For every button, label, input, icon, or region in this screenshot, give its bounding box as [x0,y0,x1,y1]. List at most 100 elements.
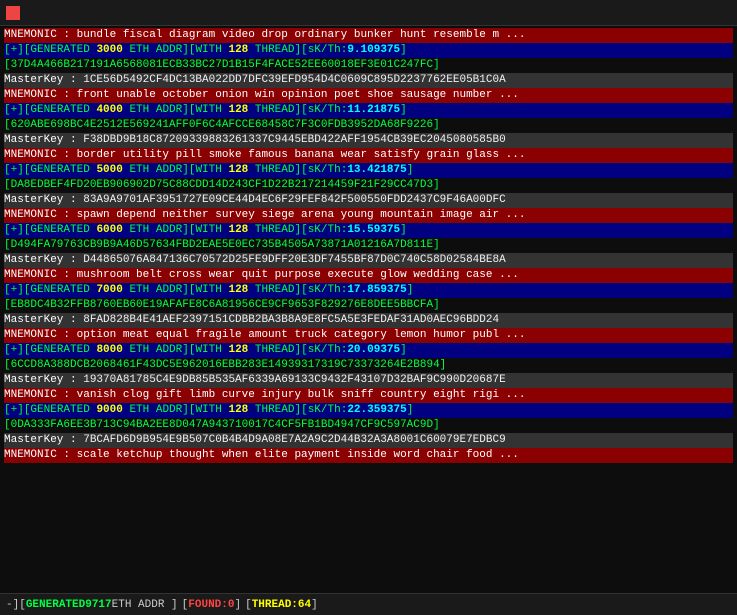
masterkey-value: 19370A81785C4E9DB85B535AF6339A69133C9432… [83,374,505,386]
masterkey-line: MasterKey : D44865076A847136C70572D25FE9… [4,253,733,268]
status-thread-label-bracket: [ [245,599,252,611]
addr-line: [EB8DC4B32FFB8760EB60E19AFAFE8C6A81956CE… [4,298,733,313]
thread-count: 128 [228,164,248,176]
bracket-open: [+] [4,44,24,56]
status-found-close: ] [234,599,241,611]
skth-close: ] [400,104,407,116]
with-tag: [WITH [189,104,229,116]
gen-tag: [GENERATED [24,164,97,176]
masterkey-label: MasterKey : [4,434,83,446]
status-found-label: [ [182,599,189,611]
masterkey-line: MasterKey : F38DBD9B18C87209339883261337… [4,133,733,148]
terminal-output: MNEMONIC : bundle fiscal diagram video d… [0,26,737,593]
status-thread-key: THREAD: [252,599,298,611]
gen-number: 4000 [96,104,122,116]
mnemonic-line: MNEMONIC : border utility pill smoke fam… [4,148,733,163]
masterkey-label: MasterKey : [4,134,83,146]
masterkey-label: MasterKey : [4,314,83,326]
thread-tag: THREAD] [248,44,301,56]
skth-tag: [sK/Th: [301,164,347,176]
masterkey-value: F38DBD9B18C87209339883261337C9445EBD422A… [83,134,505,146]
masterkey-value: 1CE56D5492CF4DC13BA022DD7DFC39EFD954D4C0… [83,74,505,86]
thread-count: 128 [228,44,248,56]
status-bar: -][ GENERATED 9717 ETH ADDR ][FOUND:0][T… [0,593,737,615]
skth-tag: [sK/Th: [301,344,347,356]
thread-count: 128 [228,344,248,356]
bracket-open: [+] [4,104,24,116]
skth-value: 22.359375 [347,404,406,416]
with-tag: [WITH [189,404,229,416]
coin-tag: ETH ADDR] [123,104,189,116]
status-thread-close: ] [311,599,318,611]
status-found-key: FOUND: [188,599,228,611]
mnemonic-line: MNEMONIC : mushroom belt cross wear quit… [4,268,733,283]
masterkey-line: MasterKey : 8FAD828B4E41AEF2397151CDBB2B… [4,313,733,328]
skth-tag: [sK/Th: [301,104,347,116]
bracket-open: [+] [4,284,24,296]
masterkey-label: MasterKey : [4,74,83,86]
status-coin-label: ETH ADDR ] [112,599,178,611]
gen-tag: [GENERATED [24,284,97,296]
gen-tag: [GENERATED [24,404,97,416]
generated-line: [+][GENERATED 8000 ETH ADDR][WITH 128 TH… [4,343,733,358]
mnemonic-line: MNEMONIC : vanish clog gift limb curve i… [4,388,733,403]
masterkey-label: MasterKey : [4,194,83,206]
gen-number: 9000 [96,404,122,416]
skth-tag: [sK/Th: [301,404,347,416]
skth-tag: [sK/Th: [301,224,347,236]
mnemonic-line: MNEMONIC : scale ketchup thought when el… [4,448,733,463]
addr-line: [D494FA79763CB9B9A46D57634FBD2EAE5E0EC73… [4,238,733,253]
generated-line: [+][GENERATED 6000 ETH ADDR][WITH 128 TH… [4,223,733,238]
coin-tag: ETH ADDR] [123,344,189,356]
coin-tag: ETH ADDR] [123,284,189,296]
mnemonic-line: MNEMONIC : spawn depend neither survey s… [4,208,733,223]
with-tag: [WITH [189,344,229,356]
status-prefix: -][ [6,599,26,611]
gen-number: 3000 [96,44,122,56]
generated-line: [+][GENERATED 9000 ETH ADDR][WITH 128 TH… [4,403,733,418]
generated-line: [+][GENERATED 7000 ETH ADDR][WITH 128 TH… [4,283,733,298]
skth-value: 13.421875 [347,164,406,176]
bracket-open: [+] [4,224,24,236]
thread-tag: THREAD] [248,344,301,356]
with-tag: [WITH [189,164,229,176]
addr-line: [DA8EDBEF4FD20EB906902D75C88CDD14D243CF1… [4,178,733,193]
thread-tag: THREAD] [248,284,301,296]
with-tag: [WITH [189,284,229,296]
title-bar-left [6,6,40,20]
thread-tag: THREAD] [248,104,301,116]
masterkey-value: 8FAD828B4E41AEF2397151CDBB2BA3B8A9E8FC5A… [83,314,499,326]
masterkey-line: MasterKey : 19370A81785C4E9DB85B535AF633… [4,373,733,388]
masterkey-value: 7BCAFD6D9B954E9B507C0B4B4D9A08E7A2A9C2D4… [83,434,505,446]
masterkey-value: 83A9A9701AF3951727E09CE44D4EC6F29FEF842F… [83,194,505,206]
thread-count: 128 [228,404,248,416]
addr-line: [37D4A466B217191A6568081ECB33BC27D1B15F4… [4,58,733,73]
thread-count: 128 [228,284,248,296]
coin-tag: ETH ADDR] [123,164,189,176]
mnemonic-line: MNEMONIC : option meat equal fragile amo… [4,328,733,343]
generated-line: [+][GENERATED 4000 ETH ADDR][WITH 128 TH… [4,103,733,118]
coin-tag: ETH ADDR] [123,44,189,56]
mnemonic-line: MNEMONIC : front unable october onion wi… [4,88,733,103]
skth-tag: [sK/Th: [301,284,347,296]
thread-tag: THREAD] [248,404,301,416]
skth-value: 9.109375 [347,44,400,56]
gen-tag: [GENERATED [24,104,97,116]
with-tag: [WITH [189,44,229,56]
gen-tag: [GENERATED [24,344,97,356]
gen-number: 6000 [96,224,122,236]
masterkey-value: D44865076A847136C70572D25FE9DFF20E3DF745… [83,254,505,266]
thread-count: 128 [228,104,248,116]
coin-tag: ETH ADDR] [123,404,189,416]
skth-close: ] [400,344,407,356]
skth-value: 15.59375 [347,224,400,236]
generated-line: [+][GENERATED 3000 ETH ADDR][WITH 128 TH… [4,43,733,58]
thread-count: 128 [228,224,248,236]
coin-tag: ETH ADDR] [123,224,189,236]
thread-tag: THREAD] [248,224,301,236]
status-generated-label: GENERATED [26,599,85,611]
gen-number: 8000 [96,344,122,356]
mnemonic-line: MNEMONIC : bundle fiscal diagram video d… [4,28,733,43]
skth-close: ] [407,164,414,176]
skth-close: ] [407,284,414,296]
